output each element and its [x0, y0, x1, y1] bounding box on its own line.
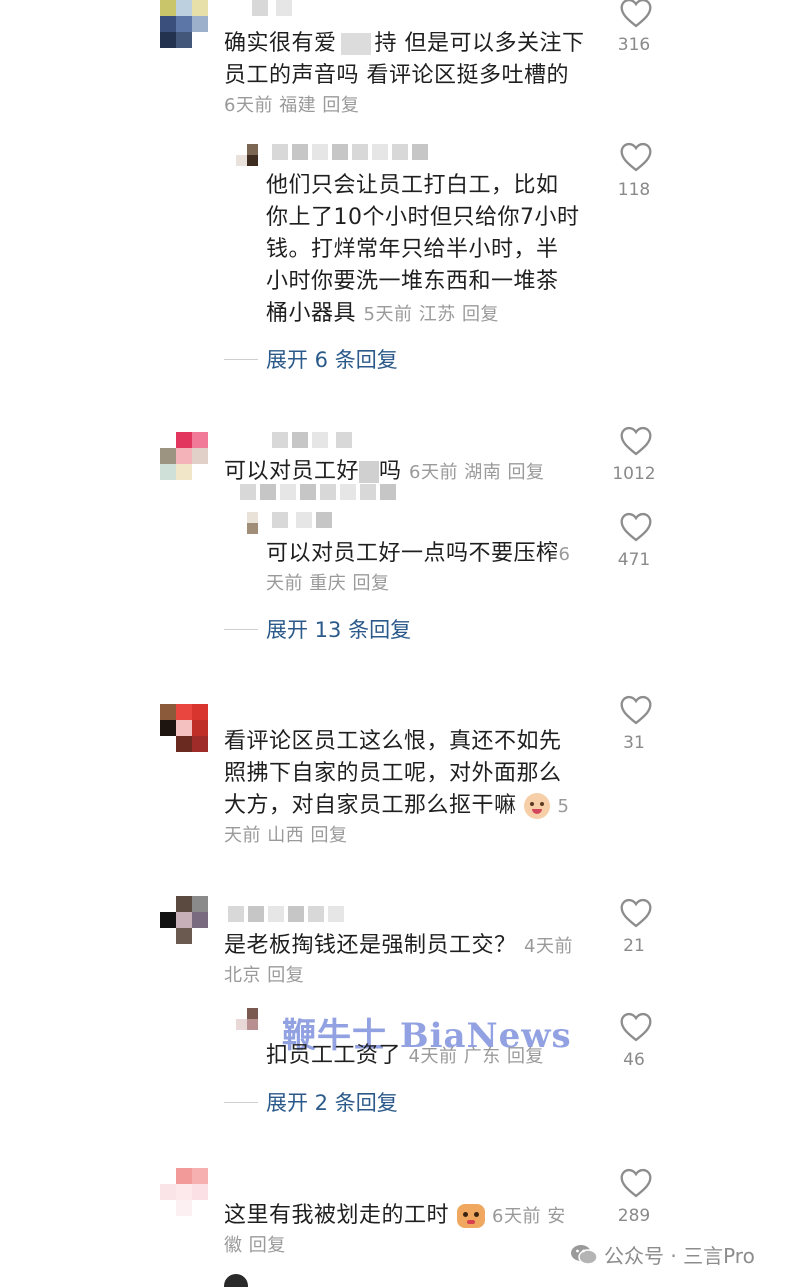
expand-replies-button[interactable]: 展开 2 条回复	[224, 1087, 398, 1117]
reply-text: 扣员工工资了 4天前 广东 回复	[266, 1043, 544, 1068]
reply-meta: 4天前 广东 回复	[408, 1046, 544, 1067]
comment-meta: 北京 回复	[224, 965, 305, 986]
username-mosaic[interactable]	[272, 512, 332, 530]
reply-text: 可以对员工好一点吗不要压榨6	[266, 541, 571, 566]
like-button[interactable]	[619, 1012, 653, 1042]
avatar[interactable]	[224, 1274, 248, 1287]
comment-text: 大方，对自家员工那么抠干嘛 5	[224, 793, 570, 819]
reply-button[interactable]: 回复	[322, 95, 359, 116]
comment-meta: 6天前 湖南 回复	[409, 462, 545, 483]
like-button[interactable]	[619, 695, 653, 725]
wechat-icon	[571, 1244, 598, 1265]
reply-text: 钱。打烊常年只给半小时，半	[266, 237, 559, 262]
like-count: 46	[623, 1050, 645, 1070]
like-button[interactable]	[619, 1168, 653, 1198]
reply-meta: 天前 重庆 回复	[266, 573, 390, 594]
divider	[224, 1101, 258, 1103]
like-button[interactable]	[619, 142, 653, 172]
heart-outline-icon	[620, 1012, 652, 1042]
comment-meta: 天前 山西 回复	[224, 825, 348, 846]
divider	[224, 358, 258, 360]
username-mosaic	[240, 484, 396, 502]
avatar[interactable]	[236, 1008, 269, 1041]
username-mosaic[interactable]	[228, 906, 344, 924]
account-name: 公众号 · 三言Pro	[604, 1244, 755, 1268]
like-button[interactable]	[619, 512, 653, 542]
avatar[interactable]	[160, 0, 208, 48]
reply-button[interactable]: 回复	[507, 462, 544, 483]
like-count: 118	[617, 180, 651, 200]
like-button[interactable]	[619, 426, 653, 456]
like-count: 1012	[612, 464, 656, 484]
crying-face-icon	[524, 793, 551, 819]
divider	[224, 628, 258, 630]
heart-outline-icon	[620, 0, 652, 28]
reply-text: 小时你要洗一堆东西和一堆茶	[266, 269, 559, 294]
reply-text: 你上了10个小时但只给你7小时	[266, 205, 580, 230]
wechat-account-label: 公众号 · 三言Pro	[570, 1240, 755, 1269]
like-count: 289	[617, 1206, 651, 1226]
heart-outline-icon	[620, 898, 652, 928]
reply-meta: 5天前 江苏 回复	[363, 304, 499, 325]
username-mosaic[interactable]	[272, 144, 428, 162]
heart-outline-icon	[620, 1168, 652, 1198]
comment-text: 这里有我被划走的工时 6天前 安	[224, 1203, 566, 1228]
comment-text: 确实很有爱持 但是可以多关注下	[224, 31, 585, 56]
reply-button[interactable]: 回复	[462, 304, 499, 325]
avatar[interactable]	[160, 896, 208, 944]
reply-button[interactable]: 回复	[507, 1046, 544, 1067]
like-button[interactable]	[619, 0, 653, 28]
comment-text: 是老板掏钱还是强制员工交？ 4天前	[224, 933, 573, 958]
avatar[interactable]	[236, 512, 269, 545]
like-count: 31	[623, 733, 645, 753]
heart-outline-icon	[620, 695, 652, 725]
avatar[interactable]	[160, 432, 208, 480]
reply-text: 桶小器具 5天前 江苏 回复	[266, 301, 499, 326]
heart-outline-icon	[620, 142, 652, 172]
avatar[interactable]	[236, 144, 269, 177]
cat-face-icon	[456, 1204, 485, 1228]
expand-replies-button[interactable]: 展开 6 条回复	[224, 344, 398, 374]
username-mosaic[interactable]	[272, 432, 352, 450]
like-count: 21	[623, 936, 645, 956]
comment-meta: 6天前 福建 回复	[224, 95, 360, 116]
comment-meta: 徽 回复	[224, 1235, 286, 1256]
like-count: 316	[617, 35, 651, 55]
heart-outline-icon	[620, 426, 652, 456]
heart-outline-icon	[620, 512, 652, 542]
avatar[interactable]	[160, 1168, 208, 1216]
like-count: 471	[617, 550, 651, 570]
reply-text: 他们只会让员工打白工，比如	[266, 173, 559, 198]
username-mosaic[interactable]	[252, 0, 292, 18]
comment-text: 看评论区员工这么恨，真还不如先	[224, 729, 562, 754]
expand-replies-button[interactable]: 展开 13 条回复	[224, 614, 411, 644]
comment-text: 员工的声音吗 看评论区挺多吐槽的	[224, 63, 569, 88]
comment-text: 照拂下自家的员工呢，对外面那么	[224, 761, 562, 786]
avatar[interactable]	[160, 704, 208, 752]
like-button[interactable]	[619, 898, 653, 928]
